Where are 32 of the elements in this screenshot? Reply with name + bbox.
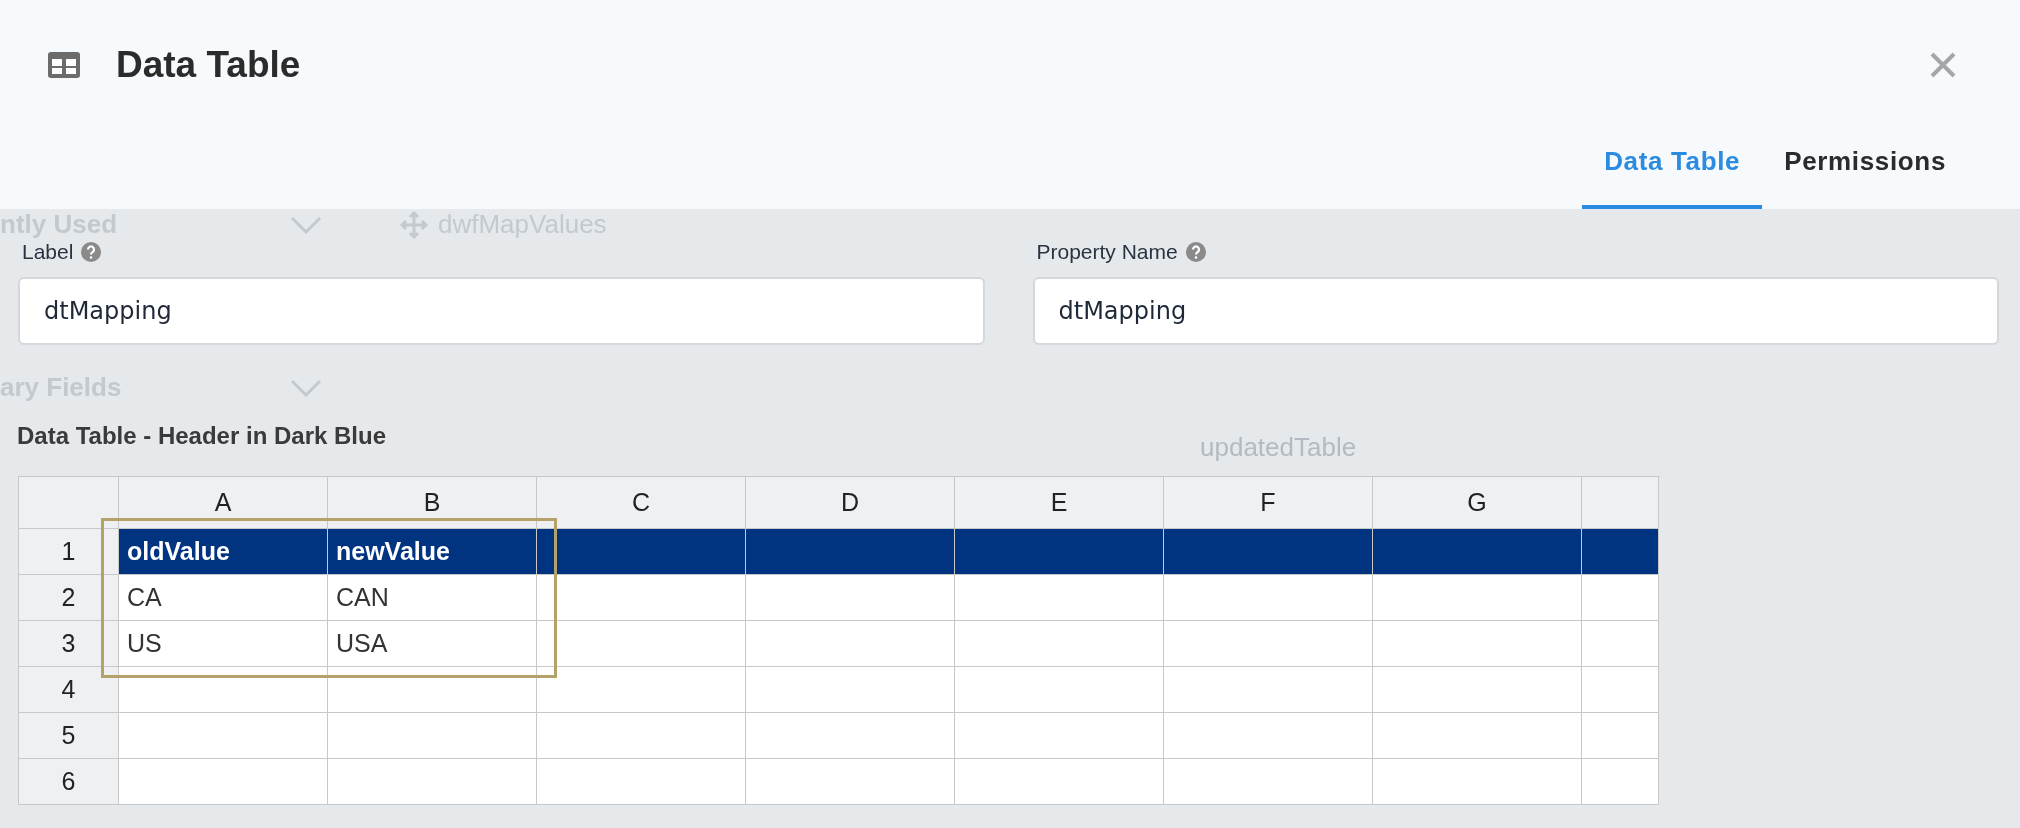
row-header: 5: [19, 713, 119, 759]
column-header: G: [1373, 477, 1582, 529]
row-header: 4: [19, 667, 119, 713]
table-cell: oldValue: [119, 529, 328, 575]
column-header: B: [328, 477, 537, 529]
row-header: 3: [19, 621, 119, 667]
table-icon: [48, 52, 80, 78]
field-label: Label: [22, 239, 74, 266]
table-cell: newValue: [328, 529, 537, 575]
table-cell: CA: [119, 575, 328, 621]
table-caption: Data Table - Header in Dark Blue: [17, 421, 386, 451]
column-header: F: [1164, 477, 1373, 529]
field-label: Property Name: [1036, 239, 1178, 266]
row-header: 2: [19, 575, 119, 621]
table-cell: US: [119, 621, 328, 667]
chevron-down-icon: [290, 378, 322, 397]
help-icon: [1185, 242, 1206, 262]
dialog-title: Data Table: [116, 43, 301, 88]
column-header: D: [746, 477, 955, 529]
table-cell: CAN: [328, 575, 537, 621]
column-header: A: [119, 477, 328, 529]
tab[interactable]: Permissions: [1762, 142, 1968, 209]
input-field[interactable]: dtMapping: [18, 277, 985, 345]
row-header: 6: [19, 759, 119, 805]
move-icon: [400, 210, 428, 239]
row-header: 1: [19, 529, 119, 575]
column-header: E: [955, 477, 1164, 529]
help-icon: [81, 242, 102, 262]
input-field[interactable]: dtMapping: [1032, 277, 1999, 345]
chevron-down-icon: [290, 215, 322, 234]
table-cell: USA: [328, 621, 537, 667]
column-header: C: [537, 477, 746, 529]
